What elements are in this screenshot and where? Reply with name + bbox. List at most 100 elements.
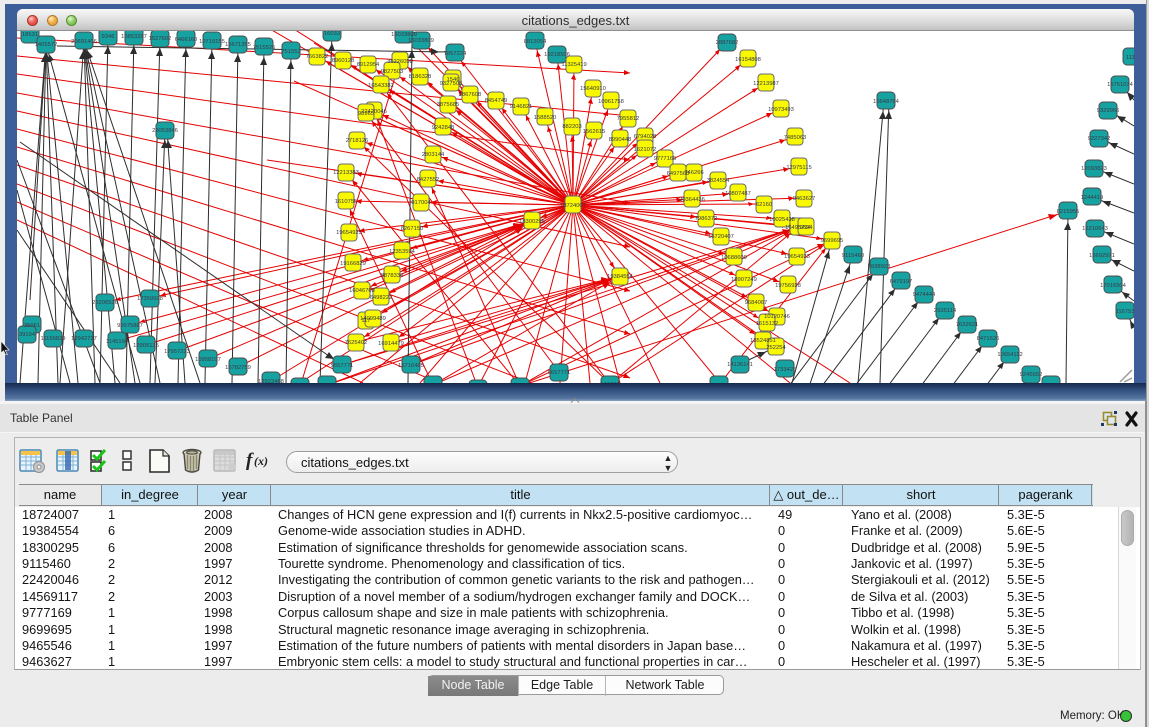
svg-text:10958107: 10958107 (195, 357, 221, 363)
svg-text:16046768: 16046768 (349, 288, 375, 294)
svg-text:13524851: 13524851 (750, 338, 776, 344)
svg-text:7515526: 7515526 (253, 45, 276, 51)
svg-text:10853267: 10853267 (121, 34, 147, 40)
svg-text:10961758: 10961758 (598, 99, 624, 105)
svg-text:1733426: 1733426 (774, 367, 797, 373)
svg-text:7857224: 7857224 (444, 51, 467, 57)
svg-text:9227342: 9227342 (1088, 136, 1111, 142)
svg-text:6466160: 6466160 (175, 37, 198, 43)
svg-text:17957223: 17957223 (164, 349, 190, 355)
svg-text:20206536: 20206536 (92, 300, 118, 306)
svg-text:6479197: 6479197 (890, 279, 913, 285)
svg-text:18531: 18531 (22, 32, 38, 38)
svg-text:1621072: 1621072 (634, 147, 657, 153)
svg-text:2867608: 2867608 (459, 92, 482, 98)
svg-text:20691406: 20691406 (71, 39, 97, 45)
svg-text:8990448: 8990448 (609, 137, 632, 143)
svg-text:11325419: 11325419 (561, 62, 586, 68)
svg-text:252254: 252254 (766, 345, 786, 351)
svg-text:9242848: 9242848 (432, 125, 455, 131)
svg-text:19654925: 19654925 (336, 230, 362, 236)
svg-text:1145194: 1145194 (106, 339, 129, 345)
svg-text:16648764: 16648764 (873, 99, 900, 105)
svg-text:7663822: 7663822 (306, 54, 329, 60)
svg-text:17359928: 17359928 (137, 296, 163, 302)
svg-text:16782759: 16782759 (225, 365, 251, 371)
svg-text:9694: 9694 (800, 225, 814, 231)
svg-text:9684067: 9684067 (745, 300, 768, 306)
svg-text:62160: 62160 (756, 202, 772, 208)
svg-text:9777169: 9777169 (654, 156, 677, 162)
svg-text:14136141: 14136141 (727, 362, 753, 368)
svg-text:2718126: 2718126 (346, 138, 369, 144)
svg-text:9657771: 9657771 (548, 370, 571, 376)
svg-text:9146821: 9146821 (510, 104, 533, 110)
svg-text:1527602: 1527602 (149, 36, 172, 42)
svg-text:29053846: 29053846 (152, 128, 178, 134)
svg-text:5938923: 5938923 (868, 264, 891, 270)
svg-text:16154808: 16154808 (735, 57, 761, 63)
svg-text:18907249: 18907249 (731, 277, 757, 283)
svg-text:1562615: 1562615 (583, 129, 606, 135)
svg-text:12353594: 12353594 (389, 249, 416, 255)
svg-text:1244419: 1244419 (1081, 195, 1104, 201)
svg-text:6498222: 6498222 (370, 295, 393, 301)
svg-text:10025438: 10025438 (769, 217, 795, 223)
svg-text:3824554: 3824554 (707, 178, 730, 184)
svg-text:8960128: 8960128 (332, 58, 355, 64)
svg-text:116753: 116753 (1116, 309, 1134, 315)
svg-text:12975115: 12975115 (786, 165, 811, 171)
svg-text:7625402: 7625402 (345, 340, 368, 346)
svg-text:15716485: 15716485 (398, 363, 424, 369)
svg-text:16033809: 16033809 (408, 38, 434, 44)
svg-text:1405572: 1405572 (35, 42, 58, 48)
svg-text:7632621: 7632621 (956, 322, 979, 328)
svg-text:12923468: 12923468 (258, 379, 284, 383)
svg-text:9463627: 9463627 (793, 196, 816, 202)
svg-text:1615132: 1615132 (756, 321, 779, 327)
svg-text:15692971: 15692971 (1089, 253, 1115, 259)
svg-text:8878334: 8878334 (381, 273, 404, 279)
svg-text:98965: 98965 (358, 111, 374, 117)
svg-text:35061: 35061 (24, 323, 40, 329)
svg-text:917004: 917004 (411, 200, 431, 206)
svg-text:8454749: 8454749 (485, 98, 508, 104)
svg-text:19166829: 19166829 (340, 261, 366, 267)
svg-text:8813054: 8813054 (524, 39, 547, 45)
svg-text:16914479: 16914479 (378, 341, 404, 347)
svg-text:8186328: 8186328 (409, 74, 432, 80)
svg-text:19654923: 19654923 (784, 254, 810, 260)
svg-text:9699695: 9699695 (821, 238, 844, 244)
svg-text:20364436: 20364436 (679, 197, 705, 203)
svg-text:7986372: 7986372 (695, 216, 718, 222)
svg-text:10688609: 10688609 (721, 255, 747, 261)
svg-text:12213383: 12213383 (333, 170, 359, 176)
svg-text:6794028: 6794028 (634, 134, 657, 140)
svg-text:(x): (x) (254, 454, 268, 468)
svg-text:9245652: 9245652 (1020, 372, 1043, 378)
svg-text:10807487: 10807487 (725, 191, 751, 197)
svg-text:16033: 16033 (324, 31, 340, 37)
svg-text:11156829: 11156829 (41, 336, 66, 342)
svg-text:8267150: 8267150 (401, 226, 424, 232)
svg-text:99975887: 99975887 (117, 323, 143, 329)
svg-text:16543382: 16543382 (368, 83, 394, 89)
svg-text:2887682: 2887682 (716, 40, 739, 46)
svg-text:9327508: 9327508 (440, 81, 463, 87)
svg-text:12942737: 12942737 (71, 336, 97, 342)
svg-text:9346: 9346 (102, 34, 115, 40)
svg-text:10654112: 10654112 (997, 352, 1022, 358)
svg-text:19218506: 19218506 (544, 52, 570, 58)
svg-text:8427552: 8427552 (417, 177, 440, 183)
svg-text:8471626: 8471626 (977, 336, 1000, 342)
svg-text:12093823: 12093823 (1081, 166, 1107, 172)
svg-text:14099489: 14099489 (360, 316, 386, 322)
svg-text:1588520: 1588520 (534, 115, 557, 121)
svg-text:8912954: 8912954 (357, 62, 380, 68)
svg-text:141361: 141361 (600, 382, 619, 383)
svg-text:35226058: 35226058 (387, 59, 413, 65)
svg-text:12213987: 12213987 (753, 81, 779, 87)
svg-text:15640910: 15640910 (580, 86, 606, 92)
svg-text:7955812: 7955812 (617, 116, 640, 122)
svg-text:10719155: 10719155 (199, 39, 225, 45)
